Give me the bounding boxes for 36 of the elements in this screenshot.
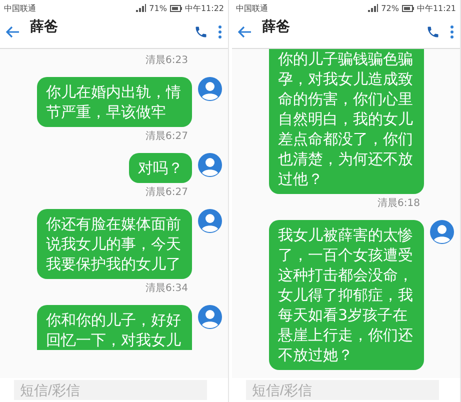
- contact-name: 薛爸: [30, 18, 59, 36]
- carrier-name: 中国联通: [236, 2, 268, 14]
- avatar-icon: [198, 305, 222, 329]
- contact-name: 薛爸: [262, 18, 291, 36]
- avatar-icon: [198, 153, 222, 177]
- message-bubble: 对吗？: [129, 153, 192, 183]
- back-icon[interactable]: [238, 26, 252, 38]
- carrier-name: 中国联通: [4, 2, 36, 14]
- signal-icon: [368, 4, 378, 12]
- more-icon[interactable]: [450, 25, 454, 39]
- message-time: 清晨6:18: [378, 196, 420, 210]
- message-bubble: 你和你的儿子，好好回忆一下，对我女儿: [37, 305, 192, 350]
- battery-level: 71%: [149, 4, 167, 12]
- message-time: 清晨6:27: [146, 130, 188, 143]
- message-input[interactable]: 短信/彩信: [14, 380, 207, 400]
- back-icon[interactable]: [6, 26, 20, 38]
- message-bubble: 你还有脸在媒体面前说我女儿的事，今天我要保护我的女儿了: [37, 209, 192, 279]
- message-time: 清晨6:23: [146, 54, 188, 67]
- phone-icon[interactable]: [426, 25, 440, 39]
- clock-time: 中午11:21: [416, 2, 456, 14]
- signal-icon: [136, 4, 146, 12]
- avatar-icon: [198, 209, 222, 233]
- message-bubble: 我女儿被薛害的太惨了，一百个女孩遭受这种打击都会没命，女儿得了抑郁症，我每天如看3岁孩子在悬崖上行走，你们还不放过她？: [269, 220, 424, 370]
- phone-icon[interactable]: [194, 25, 208, 39]
- message-bubble: 你儿在婚内出轨，情节严重，早该做牢: [37, 77, 192, 127]
- more-icon[interactable]: [218, 25, 222, 39]
- battery-icon: [170, 4, 182, 12]
- battery-level: 72%: [381, 4, 399, 12]
- message-bubble: 你的儿子骗钱骗色骗孕，对我女儿造成致命的伤害，你们心里自然明白，我的女儿差点命都没了，你们也清楚，为何还不放过他？: [269, 49, 424, 194]
- message-time: 清晨6:27: [146, 186, 188, 199]
- clock-time: 中午11:22: [184, 2, 224, 14]
- message-time: 清晨6:34: [146, 282, 188, 295]
- battery-icon: [402, 4, 414, 12]
- message-input[interactable]: 短信/彩信: [246, 380, 439, 400]
- avatar-icon: [198, 77, 222, 101]
- avatar-icon: [430, 220, 454, 244]
